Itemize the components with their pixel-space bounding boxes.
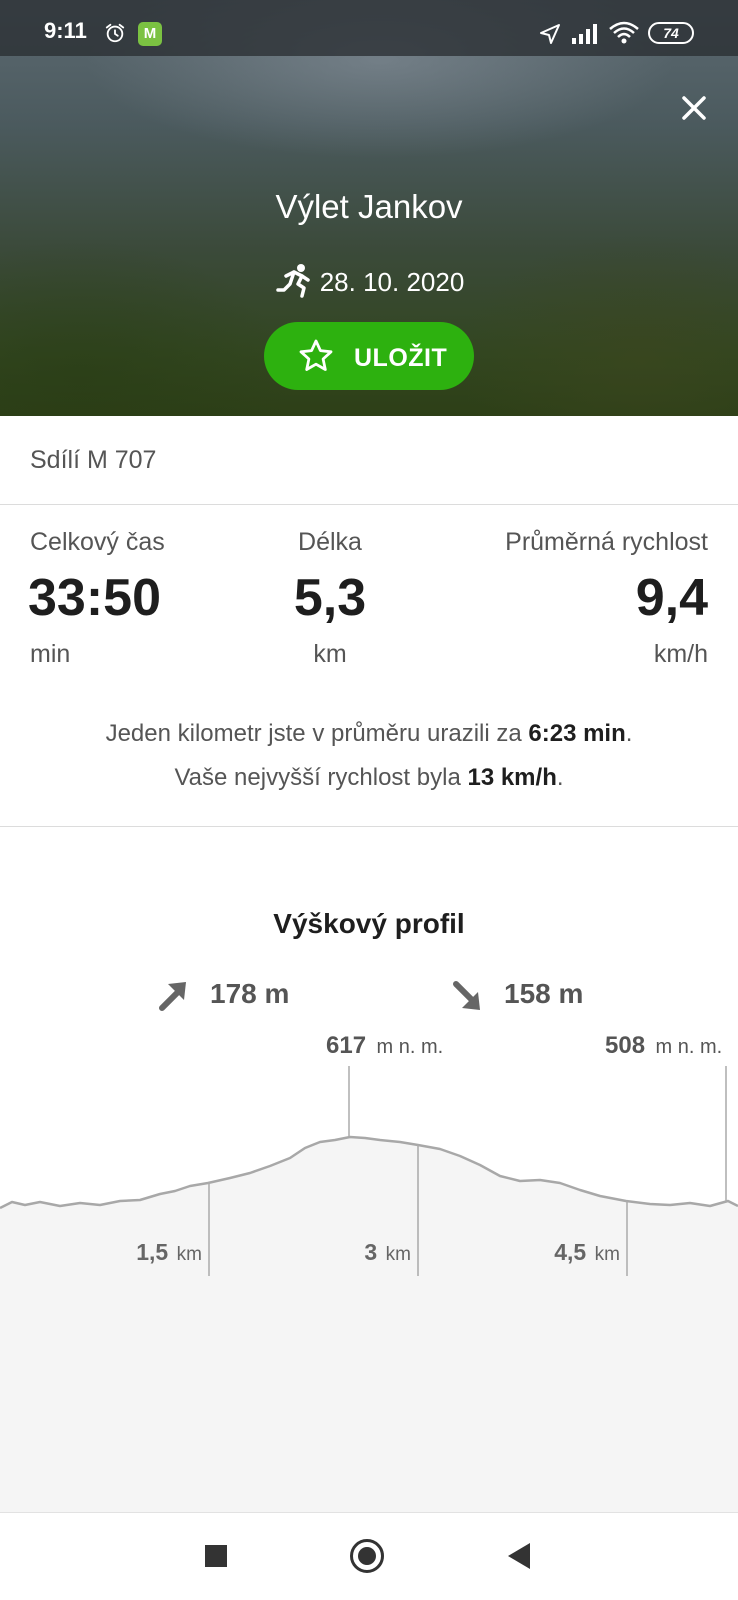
wifi-icon bbox=[609, 21, 639, 44]
pace-suffix: . bbox=[625, 720, 633, 747]
back-button[interactable] bbox=[508, 1543, 530, 1569]
length-value: 5,3 bbox=[293, 569, 367, 627]
divider bbox=[0, 504, 738, 505]
end-elevation-value: 508 bbox=[605, 1032, 645, 1059]
trip-header: 9:11 M 74 Výlet Jankov 28. 10. 2020 ULOŽ… bbox=[0, 0, 738, 416]
km-mark-value: 4,5 bbox=[554, 1239, 586, 1265]
max-elevation-unit: m n. m. bbox=[377, 1036, 444, 1058]
avg-speed-unit: km/h bbox=[653, 640, 708, 668]
descent-value: 158 m bbox=[504, 978, 584, 1009]
end-elevation-unit: m n. m. bbox=[656, 1036, 723, 1058]
close-icon[interactable] bbox=[676, 90, 712, 126]
max-elevation-label: 617 m n. m. bbox=[326, 1032, 443, 1059]
end-elevation-label: 508 m n. m. bbox=[605, 1032, 722, 1059]
total-time-label: Celkový čas bbox=[30, 528, 165, 556]
elevation-title: Výškový profil bbox=[273, 908, 465, 939]
descent-arrow-icon bbox=[453, 981, 480, 1010]
avg-speed-label: Průměrná rychlost bbox=[505, 528, 708, 556]
divider bbox=[0, 826, 738, 827]
max-speed-suffix: . bbox=[556, 764, 564, 791]
trip-meta: 28. 10. 2020 bbox=[0, 262, 738, 302]
location-arrow-icon bbox=[540, 24, 560, 44]
km-mark-unit: km bbox=[595, 1244, 620, 1265]
save-button-label: ULOŽIT bbox=[354, 344, 448, 372]
shared-by: Sdílí M 707 bbox=[30, 446, 157, 474]
avg-speed-value: 9,4 bbox=[635, 569, 708, 627]
battery-indicator: 74 bbox=[648, 22, 694, 44]
trip-title: Výlet Jankov bbox=[275, 188, 463, 225]
save-button[interactable]: ULOŽIT bbox=[264, 322, 474, 390]
elevation-chart: 617 m n. m. 508 m n. m. 1,5 km 3 km 4,5 … bbox=[0, 1032, 738, 1512]
pace-prefix: Jeden kilometr jste v průměru urazili za bbox=[105, 720, 529, 747]
total-time-unit: min bbox=[30, 640, 71, 668]
ascent-value: 178 m bbox=[210, 978, 290, 1009]
max-elevation-value: 617 bbox=[326, 1032, 366, 1059]
km-mark-value: 3 bbox=[364, 1239, 377, 1265]
system-nav-bar bbox=[0, 1512, 738, 1600]
pace-summary: Jeden kilometr jste v průměru urazili za… bbox=[0, 720, 738, 748]
app-notification-icon: M bbox=[138, 22, 162, 46]
recents-button[interactable] bbox=[205, 1545, 227, 1567]
home-button[interactable] bbox=[350, 1539, 384, 1573]
max-speed-value: 13 km/h bbox=[467, 764, 557, 791]
signal-icon bbox=[572, 24, 597, 44]
length-unit: km bbox=[313, 640, 347, 668]
trip-date: 28. 10. 2020 bbox=[319, 266, 465, 297]
length-label: Délka bbox=[298, 528, 362, 556]
km-mark-unit: km bbox=[177, 1244, 202, 1265]
running-person-icon bbox=[275, 264, 310, 298]
max-speed-summary: Vaše nejvyšší rychlost byla 13 km/h. bbox=[0, 764, 738, 792]
max-speed-prefix: Vaše nejvyšší rychlost byla bbox=[174, 764, 468, 791]
km-mark-value: 1,5 bbox=[136, 1239, 168, 1265]
ascent-arrow-icon bbox=[159, 982, 186, 1011]
status-time: 9:11 bbox=[44, 18, 87, 43]
star-icon bbox=[299, 339, 333, 371]
alarm-icon bbox=[105, 23, 125, 43]
status-bar: 9:11 M 74 bbox=[0, 0, 738, 56]
elevation-area bbox=[0, 1137, 738, 1512]
pace-value: 6:23 min bbox=[528, 720, 626, 747]
total-time-value: 33:50 bbox=[28, 569, 161, 627]
km-mark-unit: km bbox=[386, 1244, 411, 1265]
